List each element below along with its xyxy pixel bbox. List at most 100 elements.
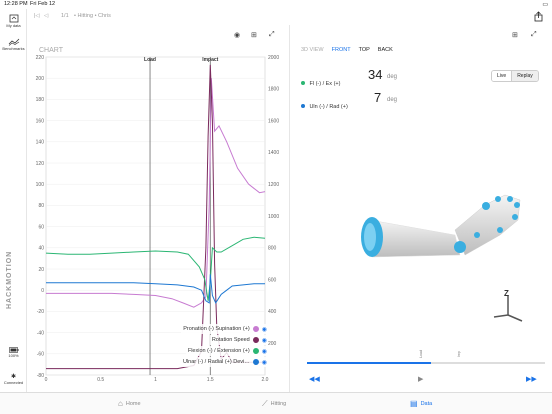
y-right-tick-label: 800 (268, 246, 277, 252)
prev-icon[interactable]: ◁ (44, 13, 48, 19)
trend-icon (8, 38, 19, 46)
expand-icon[interactable]: ⤢ (531, 31, 537, 39)
y-left-tick-label: 220 (36, 55, 45, 61)
readout-unit: deg (387, 74, 398, 80)
ulnar-color-dot (301, 104, 305, 108)
series-line (46, 274, 265, 304)
legend-label: Pronation (-) Supination (+) (183, 326, 250, 332)
tab-label: Hitting (270, 401, 287, 407)
replay-button[interactable]: Replay (512, 71, 538, 81)
sidebar-item-my-data[interactable]: My data (0, 14, 27, 28)
y-left-tick-label: 80 (38, 203, 44, 209)
tab-data[interactable]: ▤ Data (410, 399, 432, 408)
view-front-button[interactable]: FRONT (332, 47, 351, 53)
top-nav: |◁ ◁ 1/1 • Hitting • Chris (27, 9, 552, 25)
status-date: Fri Feb 12 (30, 1, 56, 7)
y-right-tick-label: 400 (268, 309, 277, 315)
x-tick-label: 0 (45, 377, 48, 383)
axis-gizmo-icon: Z (493, 289, 523, 322)
expand-icon[interactable]: ⤢ (269, 31, 275, 39)
y-left-tick-label: -80 (37, 373, 44, 379)
y-right-tick-label: 1000 (268, 214, 279, 220)
y-right-tick-label: 1400 (268, 150, 279, 156)
legend-color-dot (252, 337, 259, 343)
tab-home[interactable]: ⌂ Home (118, 399, 141, 408)
marker-label: Impact (202, 57, 218, 63)
svg-text:Z: Z (504, 289, 509, 298)
status-bar: 12:28 PM Fri Feb 12 ▭ (0, 0, 552, 9)
y-left-tick-label: 140 (36, 140, 45, 146)
eye-toggle-icon[interactable]: ◉ (262, 337, 267, 344)
y-right-tick-label: 1800 (268, 87, 279, 93)
grid-layout-icon[interactable]: ⊞ (251, 31, 257, 39)
folder-icon (9, 14, 18, 23)
3d-view-panel: ⊞ ⤢ 3D VIEW FRONT TOP BACK Fl (-) / Ex (… (289, 25, 552, 392)
legend-item[interactable]: Ulnar (-) / Radial (+) Devi… ◉ (180, 357, 267, 367)
scrubber-progress (307, 362, 431, 364)
fast-forward-icon[interactable]: ▶▶ (526, 375, 537, 383)
y-left-tick-label: 20 (38, 267, 44, 273)
y-left-tick-label: 200 (36, 76, 45, 82)
legend-item[interactable]: Rotation Speed ◉ (209, 335, 267, 345)
x-tick-label: 2.0 (262, 377, 269, 383)
y-right-tick-label: 1200 (268, 182, 279, 188)
readout-label: Uln (-) / Rad (+) (309, 104, 348, 110)
eye-toggle-icon[interactable]: ◉ (234, 31, 240, 39)
y-left-tick-label: 120 (36, 161, 45, 167)
tab-hitting[interactable]: ⟋ Hitting (262, 399, 286, 409)
legend-label: Flexion (-) / Extension (+) (187, 348, 250, 354)
view-back-button[interactable]: BACK (378, 47, 393, 53)
legend-item[interactable]: Flexion (-) / Extension (+) ◉ (185, 346, 267, 356)
y-right-tick-label: 2000 (268, 55, 279, 61)
legend-color-dot (252, 326, 259, 332)
legend-color-dot (252, 348, 259, 354)
play-icon[interactable]: ▶ (418, 375, 423, 383)
readout-value: 34 (368, 67, 383, 82)
readout-unit: deg (387, 97, 398, 103)
first-page-icon[interactable]: |◁ (34, 13, 40, 19)
status-time: 12:28 PM (4, 1, 28, 7)
x-tick-label: 0.5 (97, 377, 104, 383)
sidebar-item-benchmarks[interactable]: Benchmarks (0, 38, 27, 51)
legend-item[interactable]: Pronation (-) Supination (+) ◉ (181, 324, 267, 334)
readout-label: Fl (-) / Ex (+) (309, 81, 341, 87)
y-left-tick-label: 180 (36, 97, 45, 103)
marker-label: Load (144, 57, 156, 63)
x-tick-label: 1 (154, 377, 157, 383)
eye-toggle-icon[interactable]: ◉ (262, 326, 267, 333)
battery-status-icon: ▭ (542, 2, 548, 8)
breadcrumb-count: 1/1 (61, 13, 69, 19)
breadcrumb[interactable]: • Hitting • Chris (74, 13, 111, 19)
x-tick-label: 1.5 (207, 377, 214, 383)
readout-value: 7 (374, 90, 382, 105)
y-right-tick-label: 200 (268, 341, 277, 347)
live-button[interactable]: Live (492, 71, 513, 81)
share-icon[interactable] (534, 11, 543, 22)
readout-flexion: Fl (-) / Ex (+) 34 deg (301, 67, 421, 90)
legend-color-dot (252, 359, 259, 365)
y-left-tick-label: -40 (37, 330, 44, 336)
scrubber-marker-load: Load (418, 350, 423, 358)
eye-toggle-icon[interactable]: ◉ (262, 348, 267, 355)
scrubber-track[interactable] (307, 362, 545, 364)
tab-label: Home (125, 400, 141, 407)
view-selector: 3D VIEW FRONT TOP BACK (301, 47, 393, 53)
sidebar-item-label: My data (6, 23, 21, 28)
grid-layout-icon[interactable]: ⊞ (512, 31, 518, 39)
y-left-tick-label: 60 (38, 224, 44, 230)
series-line (46, 78, 266, 308)
y-left-tick-label: -60 (37, 352, 44, 358)
y-right-tick-label: 600 (268, 277, 277, 283)
view-top-button[interactable]: TOP (359, 47, 370, 53)
rewind-icon[interactable]: ◀◀ (309, 375, 320, 383)
arm-3d-model[interactable] (360, 175, 530, 285)
y-right-tick-label: 1600 (268, 118, 279, 124)
y-left-tick-label: -20 (37, 309, 44, 315)
eye-toggle-icon[interactable]: ◉ (262, 359, 267, 366)
bluetooth-icon: ✱ (10, 374, 17, 380)
legend-label: Ulnar (-) / Radial (+) Devi… (182, 359, 250, 365)
brand-logo: HACKMOTION (6, 250, 13, 309)
home-icon: ⌂ (118, 399, 123, 408)
sidebar-item-label: Benchmarks (2, 46, 25, 51)
battery-indicator: 100% (0, 347, 27, 358)
